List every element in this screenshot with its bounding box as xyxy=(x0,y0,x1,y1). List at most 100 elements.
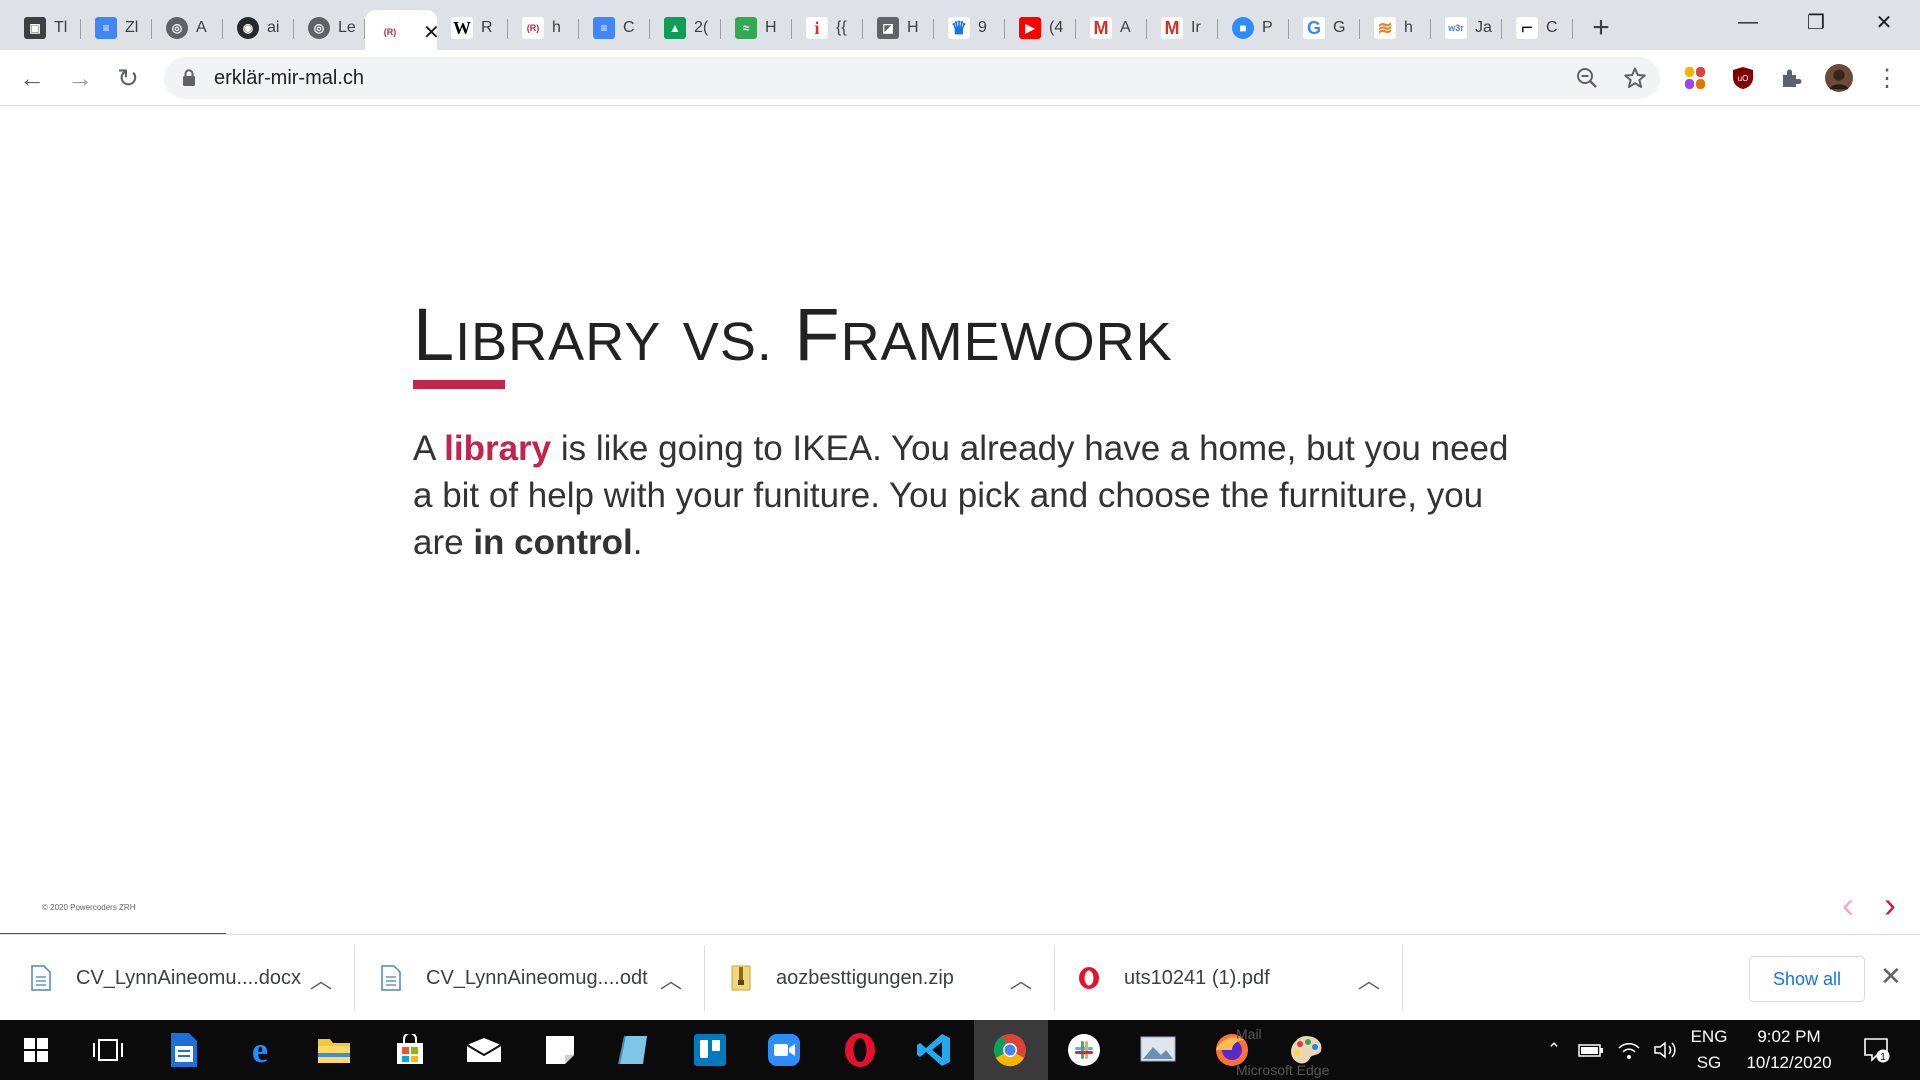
browser-tab[interactable]: ≋ h xyxy=(1360,10,1431,46)
browser-tab[interactable]: ■ P xyxy=(1218,10,1289,46)
action-center-icon[interactable]: 1 xyxy=(1856,1020,1896,1080)
microsoft-store-icon[interactable] xyxy=(388,1028,432,1072)
browser-tab[interactable]: ≡ Zl xyxy=(81,10,152,46)
stack-icon: ≋ xyxy=(1374,17,1396,39)
avatar[interactable] xyxy=(1825,64,1853,92)
chevron-up-icon[interactable]: ︿ xyxy=(310,963,332,995)
chevron-up-icon[interactable]: ︿ xyxy=(660,963,682,995)
w3schools-icon: w3r xyxy=(1445,17,1467,39)
clock-date[interactable]: 10/12/2020 xyxy=(1742,1050,1836,1076)
input-language[interactable]: ENG xyxy=(1686,1024,1732,1050)
browser-tab[interactable]: M Ir xyxy=(1147,10,1218,46)
opera-icon[interactable] xyxy=(838,1028,882,1072)
show-all-button[interactable]: Show all xyxy=(1749,956,1865,1002)
tab-title: ai xyxy=(267,19,280,36)
colorful-extension-icon[interactable] xyxy=(1681,64,1709,92)
zoom-out-icon[interactable] xyxy=(1572,63,1602,93)
libreoffice-writer-icon[interactable] xyxy=(162,1028,206,1072)
task-view-icon[interactable] xyxy=(86,1028,130,1072)
body-bold-control: in control xyxy=(473,523,633,562)
address-bar[interactable]: erklär-mir-mal.ch xyxy=(164,57,1660,99)
browser-tab[interactable]: ♛ 9 xyxy=(934,10,1005,46)
browser-tab[interactable]: ▲ 2( xyxy=(650,10,721,46)
photos-app-icon[interactable] xyxy=(1136,1028,1180,1072)
youtube-icon: ▶ xyxy=(1019,17,1041,39)
zip-file-icon xyxy=(731,965,751,991)
close-downloads-button[interactable]: ✕ xyxy=(1880,961,1902,992)
reload-button[interactable]: ↻ xyxy=(110,60,146,96)
chevron-up-tray-icon[interactable]: ⌃ xyxy=(1542,1020,1566,1080)
browser-tab[interactable]: ◪ H xyxy=(863,10,934,46)
download-item[interactable]: uts10241 (1).pdf xyxy=(1078,935,1270,1021)
slack-icon[interactable] xyxy=(1062,1028,1106,1072)
browser-tab[interactable]: ≡ C xyxy=(579,10,650,46)
close-tab-icon[interactable]: ✕ xyxy=(423,20,437,45)
battery-icon[interactable] xyxy=(1576,1020,1606,1080)
browser-tab[interactable]: ◎ A xyxy=(152,10,223,46)
browser-tab[interactable]: MA xyxy=(1076,10,1147,46)
slide-body: A library is like going to IKEA. You alr… xyxy=(413,425,1513,566)
browser-tab[interactable]: w3r Ja xyxy=(1431,10,1502,46)
sticky-notes-icon[interactable] xyxy=(538,1028,582,1072)
doc-file-icon xyxy=(381,965,401,991)
title-underline xyxy=(413,380,505,389)
chrome-icon[interactable] xyxy=(988,1028,1032,1072)
puzzle-extensions-icon[interactable] xyxy=(1777,64,1805,92)
star-icon[interactable] xyxy=(1620,63,1650,93)
volume-icon[interactable] xyxy=(1650,1020,1680,1080)
download-item[interactable]: CV_LynnAineomug....odt xyxy=(380,935,648,1021)
browser-tab[interactable]: ⌐ C xyxy=(1502,10,1573,46)
chevron-up-icon[interactable]: ︿ xyxy=(1010,963,1032,995)
menu-icon[interactable]: ⋮ xyxy=(1873,64,1901,92)
tab-title: Tl xyxy=(54,19,68,36)
ublock-icon[interactable]: uO xyxy=(1729,64,1757,92)
browser-tab[interactable]: WR xyxy=(437,10,508,46)
browser-tab[interactable]: ≈ H xyxy=(721,10,792,46)
url-text[interactable]: erklär-mir-mal.ch xyxy=(214,67,364,90)
download-name[interactable]: uts10241 (1).pdf xyxy=(1124,967,1270,990)
browser-tab[interactable]: ▣ Tl xyxy=(10,10,81,46)
new-tab-button[interactable]: + xyxy=(1581,10,1621,46)
forward-button[interactable]: → xyxy=(62,60,98,96)
zoom-app-icon[interactable] xyxy=(762,1028,806,1072)
download-name[interactable]: CV_LynnAineomug....odt xyxy=(426,967,648,990)
body-accent-library: library xyxy=(444,429,552,468)
browser-tab[interactable]: (R) h xyxy=(508,10,579,46)
close-window-button[interactable]: ✕ xyxy=(1850,0,1918,44)
file-explorer-icon[interactable] xyxy=(312,1028,356,1072)
hidden-tooltip-edge: Microsoft Edge xyxy=(1236,1062,1330,1078)
vscode-icon[interactable] xyxy=(912,1028,956,1072)
wifi-icon[interactable] xyxy=(1614,1020,1644,1080)
minimize-button[interactable]: — xyxy=(1714,0,1782,44)
browser-tab[interactable]: ◉ ai xyxy=(223,10,294,46)
chevron-up-icon[interactable]: ︿ xyxy=(1358,963,1380,995)
taskbar: e Mail Microsoft Edge ⌃ ENG SG 9:02 PM 1… xyxy=(0,1020,1920,1080)
back-button[interactable]: ← xyxy=(14,60,50,96)
tab-title: {{ xyxy=(836,19,847,36)
wikipedia-icon: W xyxy=(451,17,473,39)
download-name[interactable]: aozbesttigungen.zip xyxy=(776,967,954,990)
browser-tab[interactable]: GG xyxy=(1289,10,1360,46)
globe-icon: ◎ xyxy=(308,17,330,39)
tab-list: ▣ Tl ≡ Zl ◎ A ◉ ai ◎ Le (R) ✕ W R (R) h ≡ C ▲ 2(≈ Hi{{◪ H ♛ 9 ▶(… xyxy=(10,6,1621,54)
gem-app-icon[interactable] xyxy=(612,1028,656,1072)
edge-icon[interactable]: e xyxy=(238,1028,282,1072)
clock-time[interactable]: 9:02 PM xyxy=(1742,1024,1836,1050)
mail-icon[interactable] xyxy=(462,1028,506,1072)
browser-tab[interactable]: ▶ (4 xyxy=(1005,10,1076,46)
browser-tab[interactable]: ◎ Le xyxy=(294,10,365,46)
browser-tab[interactable]: i {{ xyxy=(792,10,863,46)
restore-button[interactable]: ❐ xyxy=(1782,0,1850,44)
svg-text:uO: uO xyxy=(1738,74,1749,83)
download-divider xyxy=(1402,945,1403,1011)
input-region[interactable]: SG xyxy=(1686,1050,1732,1076)
prev-slide-arrow[interactable]: ‹ xyxy=(1842,884,1854,926)
trello-icon[interactable] xyxy=(688,1028,732,1072)
windows-start-icon[interactable] xyxy=(14,1028,58,1072)
download-item[interactable]: aozbesttigungen.zip xyxy=(730,935,954,1021)
next-slide-arrow[interactable]: › xyxy=(1884,884,1896,926)
download-item[interactable]: CV_LynnAineomu....docx xyxy=(30,935,301,1021)
browser-tab[interactable]: (R) ✕ xyxy=(365,10,437,54)
download-name[interactable]: CV_LynnAineomu....docx xyxy=(76,967,301,990)
lock-icon[interactable] xyxy=(182,69,196,86)
